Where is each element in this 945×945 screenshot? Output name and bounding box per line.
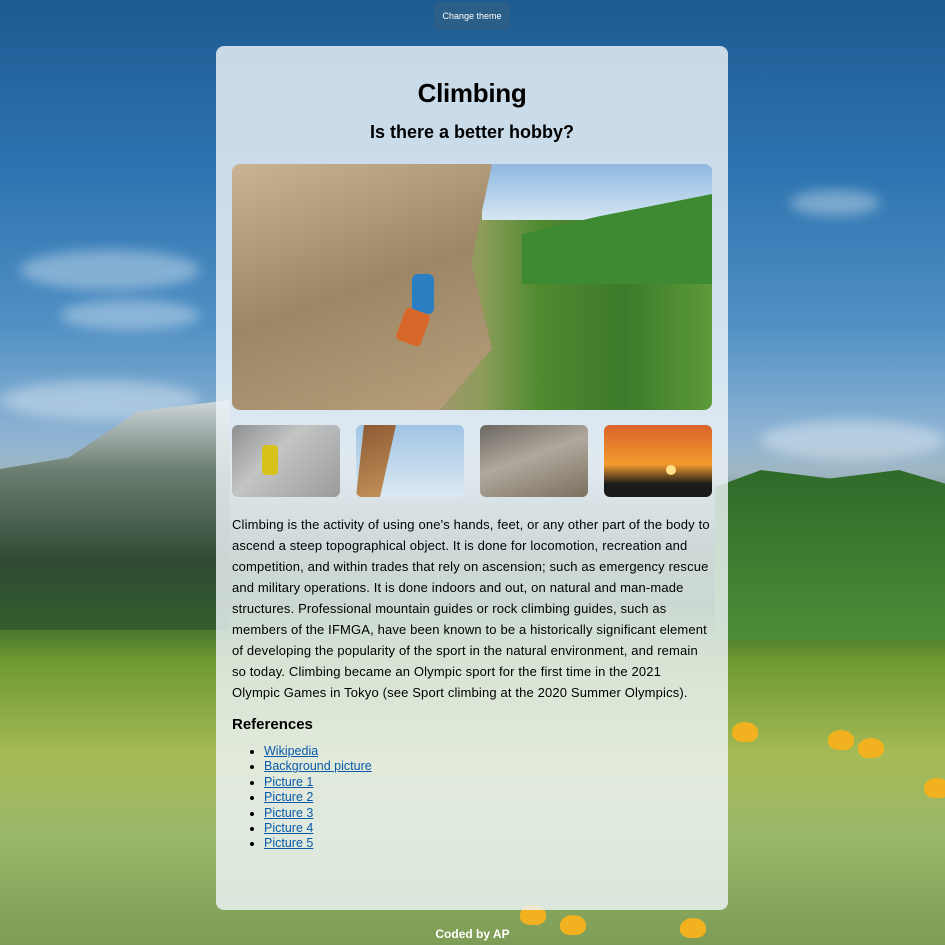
thumbnail-photo-4: [604, 425, 712, 497]
references-list: Wikipedia Background picture Picture 1 P…: [232, 744, 712, 852]
thumbnail-gallery: [232, 425, 712, 497]
main-climbing-photo: [232, 164, 712, 410]
reference-link-picture-2[interactable]: Picture 2: [264, 790, 313, 804]
reference-link-picture-3[interactable]: Picture 3: [264, 806, 313, 820]
page-title: Climbing: [417, 78, 527, 108]
list-item: Background picture: [264, 759, 712, 774]
reference-link-picture-5[interactable]: Picture 5: [264, 836, 313, 850]
change-theme-button[interactable]: Change theme: [434, 2, 510, 30]
page-subtitle: Is there a better hobby?: [369, 122, 575, 142]
list-item: Picture 3: [264, 806, 712, 821]
thumbnail-photo-2: [356, 425, 464, 497]
list-item: Picture 2: [264, 790, 712, 805]
footer-credit: Coded by AP: [435, 927, 510, 941]
list-item: Picture 1: [264, 775, 712, 790]
list-item: Picture 4: [264, 821, 712, 836]
reference-link-wikipedia[interactable]: Wikipedia: [264, 744, 318, 758]
reference-link-picture-1[interactable]: Picture 1: [264, 775, 313, 789]
thumbnail-photo-1: [232, 425, 340, 497]
list-item: Picture 5: [264, 836, 712, 851]
thumbnail-photo-3: [480, 425, 588, 497]
description-paragraph: Climbing is the activity of using one's …: [232, 517, 710, 700]
reference-link-background-picture[interactable]: Background picture: [264, 759, 372, 773]
references-heading: References: [232, 716, 313, 733]
reference-link-picture-4[interactable]: Picture 4: [264, 821, 313, 835]
content-card: Climbing Is there a better hobby? Climbi…: [216, 46, 728, 910]
list-item: Wikipedia: [264, 744, 712, 759]
